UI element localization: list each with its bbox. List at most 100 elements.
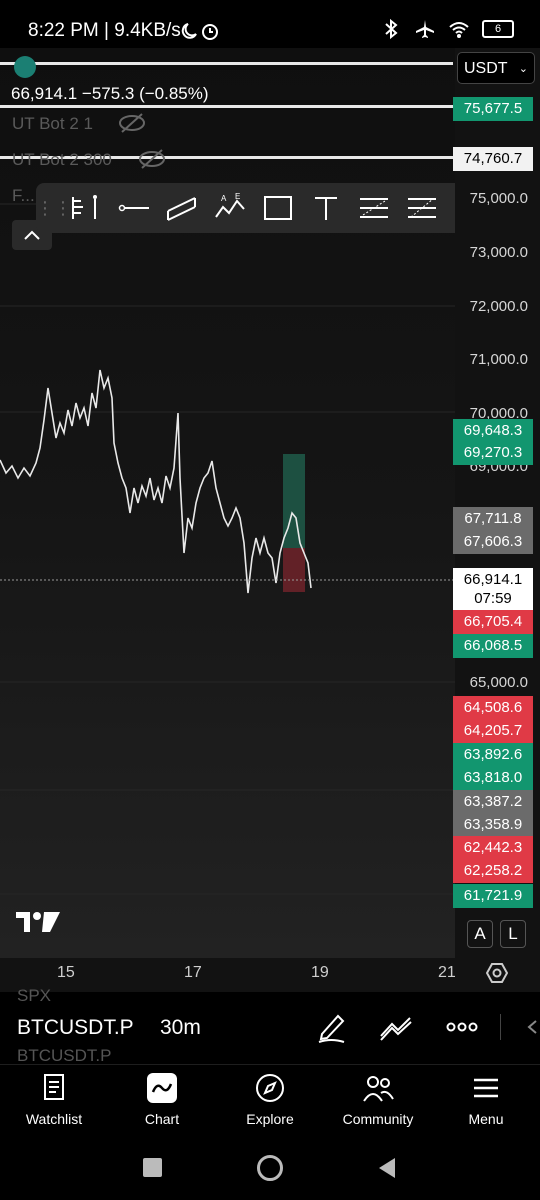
bluetooth-icon (385, 18, 398, 40)
nav-label: Explore (246, 1111, 294, 1127)
nav-community[interactable]: Community (324, 1065, 432, 1143)
price-tag: 63,892.6 (453, 743, 533, 767)
fib-extension-icon (408, 198, 436, 218)
status-time: 8:22 PM | 9.4KB/s (28, 20, 181, 41)
price-tag: 63,387.2 (453, 790, 533, 814)
price-tag: 61,721.9 (453, 884, 533, 908)
price-tag: 63,818.0 (453, 766, 533, 790)
line-handle[interactable] (14, 56, 36, 78)
recents-button[interactable] (143, 1158, 162, 1177)
fib-icon (360, 198, 388, 218)
text-icon (315, 197, 337, 220)
nav-menu[interactable]: Menu (432, 1065, 540, 1143)
axis-tick: 71,000.0 (469, 351, 528, 368)
indicator-ut-bot-2[interactable]: UT Bot 2 300 (12, 150, 112, 170)
auto-scale-button[interactable]: A (467, 920, 493, 948)
tradingview-logo (16, 912, 60, 932)
nav-label: Community (342, 1111, 414, 1127)
time-axis[interactable] (0, 958, 540, 992)
price-change-label: 66,914.1 −575.3 (−0.85%) (11, 84, 209, 103)
currency-value: USDT (464, 60, 508, 77)
next-symbol[interactable]: BTCUSDT.P (17, 1046, 111, 1064)
nav-explore[interactable]: Explore (216, 1065, 324, 1143)
axis-tick: 73,000.0 (469, 244, 528, 261)
ut-bot-line-1[interactable] (0, 105, 453, 108)
nav-label: Menu (468, 1111, 504, 1127)
pattern-tool[interactable]: AE (206, 183, 254, 233)
horizontal-ray-tool[interactable] (110, 183, 158, 233)
nav-watchlist[interactable]: Watchlist (0, 1065, 108, 1143)
nav-label: Chart (144, 1111, 180, 1127)
price-tag: 67,606.3 (453, 530, 533, 554)
price-tag: 67,711.8 (453, 507, 533, 531)
status-icons: 6 (380, 18, 514, 40)
chevron-down-icon: ⌄ (518, 63, 528, 75)
home-button[interactable] (257, 1155, 283, 1181)
parallel-channel-tool[interactable] (158, 183, 206, 233)
date-tick: 21 (438, 964, 456, 981)
compass-icon (256, 1074, 284, 1102)
rectangle-tool[interactable] (254, 183, 302, 233)
long-position-stop (283, 548, 305, 592)
visibility-off-icon[interactable] (138, 148, 166, 170)
price-tag: 69,648.3 (453, 419, 533, 443)
price-tag: 74,760.7 (453, 147, 533, 171)
price-tag: 62,442.3 (453, 836, 533, 860)
menu-icon (474, 1078, 498, 1098)
date-tick: 15 (57, 964, 75, 981)
indicators-icon[interactable] (378, 1012, 414, 1042)
price-tag: 62,258.2 (453, 859, 533, 883)
chevron-left-icon[interactable] (526, 1020, 538, 1034)
price-tag: 69,270.3 (453, 441, 533, 465)
community-icon (363, 1076, 394, 1102)
chart-icon (147, 1073, 177, 1103)
price-tag: 63,358.9 (453, 813, 533, 837)
wifi-icon (449, 22, 469, 38)
svg-text:A: A (221, 194, 227, 203)
text-tool[interactable] (302, 183, 350, 233)
symbol-name[interactable]: BTCUSDT.P (17, 1016, 134, 1040)
price-tag: 64,508.6 (453, 696, 533, 720)
bottom-navigation: Watchlist Chart Explore Community Menu (0, 1064, 540, 1143)
system-navigation (0, 1142, 540, 1200)
visibility-off-icon[interactable] (118, 112, 146, 134)
currency-select[interactable]: USDT ⌄ (457, 52, 535, 84)
moon-alarm-icon (181, 23, 218, 40)
price-tag: 66,705.4 (453, 610, 533, 634)
symbol-bar: SPX BTCUSDT.P 30m BTCUSDT.P (0, 986, 540, 1064)
date-tick: 17 (184, 964, 202, 981)
axis-tick: 65,000.0 (469, 674, 528, 691)
channel-icon (167, 197, 196, 221)
svg-text:E: E (235, 193, 240, 201)
indicator-collapsed[interactable]: F... (12, 186, 35, 206)
fib-extension-tool[interactable] (398, 183, 446, 233)
battery-icon: 6 (482, 20, 514, 38)
more-options-icon[interactable] (446, 1020, 478, 1034)
fib-retracement-tool[interactable] (350, 183, 398, 233)
alert-line[interactable] (0, 62, 453, 65)
price-tag: 66,068.5 (453, 634, 533, 658)
pencil-icon[interactable] (316, 1010, 346, 1044)
date-tick: 19 (311, 964, 329, 981)
price-tag: 64,205.7 (453, 719, 533, 743)
rectangle-icon (264, 196, 292, 220)
watchlist-icon (44, 1074, 64, 1100)
pitchfork-icon (72, 195, 97, 219)
bar-countdown: 07:59 (453, 587, 533, 611)
nav-chart[interactable]: Chart (108, 1065, 216, 1143)
price-tag: 75,677.5 (453, 97, 533, 121)
trend-angle-tool[interactable] (62, 183, 110, 233)
pattern-icon: AE (215, 193, 245, 218)
horizontal-ray-icon (118, 204, 149, 212)
indicator-ut-bot-1[interactable]: UT Bot 2 1 (12, 114, 93, 134)
axis-tick: 75,000.0 (469, 190, 528, 207)
divider (500, 1014, 501, 1040)
settings-icon[interactable] (486, 962, 508, 984)
prev-symbol[interactable]: SPX (17, 986, 51, 1006)
drawing-toolbar: ⋮⋮ AE (36, 183, 488, 233)
back-button[interactable] (375, 1156, 397, 1180)
log-scale-button[interactable]: L (500, 920, 526, 948)
drag-handle-icon[interactable]: ⋮⋮ (36, 198, 72, 219)
interval-button[interactable]: 30m (160, 1016, 201, 1040)
axis-tick: 72,000.0 (469, 298, 528, 315)
